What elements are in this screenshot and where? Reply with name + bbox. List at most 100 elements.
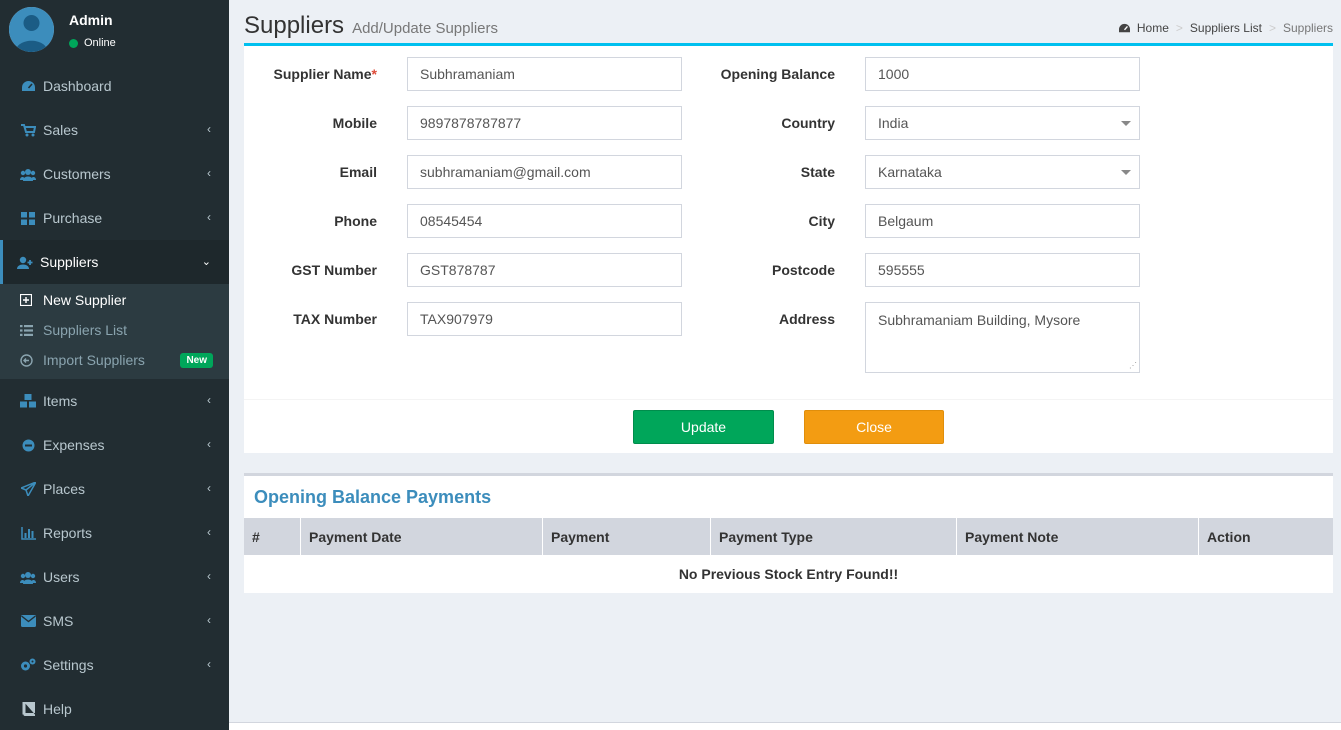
form-footer: Update Close xyxy=(244,399,1333,456)
chevron-left-icon: ‹ xyxy=(207,393,211,407)
submenu-item-label: Import Suppliers xyxy=(43,352,145,368)
email-input[interactable]: subhramaniam@gmail.com xyxy=(407,155,682,189)
user-status-label: Online xyxy=(84,37,116,49)
email-label: Email xyxy=(339,164,377,180)
user-plus-icon xyxy=(17,254,33,270)
address-textarea[interactable]: Subhramaniam Building, Mysore ⋰ xyxy=(865,302,1140,373)
sidebar-item-label: Customers xyxy=(43,166,111,182)
sidebar-menu: Dashboard Sales ‹ Customers ‹ Purchase ‹… xyxy=(0,64,229,284)
main-content: Suppliers Add/Update Suppliers Home > Su… xyxy=(229,0,1341,730)
table-empty-message: No Previous Stock Entry Found!! xyxy=(678,566,899,582)
update-button[interactable]: Update xyxy=(633,410,774,444)
sidebar-item-items[interactable]: Items ‹ xyxy=(0,379,229,423)
state-select[interactable]: Karnataka xyxy=(865,155,1140,189)
sidebar: Admin Online Dashboard Sales ‹ Customers… xyxy=(0,0,229,730)
sidebar-item-label: Help xyxy=(43,701,72,717)
city-input[interactable]: Belgaum xyxy=(865,204,1140,238)
sidebar-item-sms[interactable]: SMS ‹ xyxy=(0,599,229,643)
payments-table-header: # Payment Date Payment Payment Type Paym… xyxy=(244,518,1333,555)
sidebar-item-label: Purchase xyxy=(43,210,103,226)
phone-label: Phone xyxy=(334,213,377,229)
avatar[interactable] xyxy=(9,7,54,52)
submenu-item-new-supplier[interactable]: New Supplier xyxy=(0,285,229,315)
gst-number-label: GST Number xyxy=(291,262,377,278)
breadcrumb-separator: > xyxy=(1268,21,1276,35)
postcode-input[interactable]: 595555 xyxy=(865,253,1140,287)
close-button[interactable]: Close xyxy=(804,410,944,444)
sidebar-item-customers[interactable]: Customers ‹ xyxy=(0,152,229,196)
plus-square-icon xyxy=(19,294,33,306)
opening-balance-label: Opening Balance xyxy=(720,66,835,82)
sidebar-item-purchase[interactable]: Purchase ‹ xyxy=(0,196,229,240)
phone-input[interactable]: 08545454 xyxy=(407,204,682,238)
breadcrumb-home-link[interactable]: Home xyxy=(1137,21,1169,35)
user-panel: Admin Online xyxy=(0,0,229,64)
suppliers-submenu: New Supplier Suppliers List Import Suppl… xyxy=(0,284,229,379)
sidebar-item-label: Suppliers xyxy=(40,254,99,270)
submenu-item-suppliers-list[interactable]: Suppliers List xyxy=(0,315,229,345)
sidebar-item-expenses[interactable]: Expenses ‹ xyxy=(0,423,229,467)
country-select[interactable]: India xyxy=(865,106,1140,140)
mobile-input[interactable]: 9897878787877 xyxy=(407,106,682,140)
chevron-left-icon: ‹ xyxy=(207,210,211,224)
page-subtitle: Add/Update Suppliers xyxy=(352,20,498,37)
sidebar-item-label: Places xyxy=(43,481,86,497)
chevron-down-icon: ⌄ xyxy=(201,256,211,268)
caret-down-icon xyxy=(1121,121,1131,126)
sidebar-item-help[interactable]: Help xyxy=(0,687,229,730)
chevron-left-icon: ‹ xyxy=(207,525,211,539)
sidebar-item-label: Sales xyxy=(43,122,79,138)
resize-handle-icon[interactable]: ⋰ xyxy=(1129,361,1137,370)
supplier-name-input[interactable]: Subhramaniam xyxy=(407,57,682,91)
book-icon xyxy=(20,701,36,717)
breadcrumb-current: Suppliers xyxy=(1282,21,1333,35)
user-name: Admin xyxy=(69,12,113,28)
sidebar-item-sales[interactable]: Sales ‹ xyxy=(0,108,229,152)
sidebar-menu-lower: Items ‹ Expenses ‹ Places ‹ Reports ‹ Us… xyxy=(0,379,229,730)
chevron-left-icon: ‹ xyxy=(207,613,211,627)
column-header: Payment Date xyxy=(301,518,543,555)
users-icon xyxy=(20,166,36,182)
sidebar-item-label: Settings xyxy=(43,657,94,673)
opening-balance-input[interactable]: 1000 xyxy=(865,57,1140,91)
sidebar-item-label: SMS xyxy=(43,613,74,629)
submenu-item-label: Suppliers List xyxy=(43,322,128,338)
users-icon xyxy=(20,569,36,585)
column-header: Payment Type xyxy=(711,518,957,555)
supplier-name-label: Supplier Name* xyxy=(273,66,377,82)
cogs-icon xyxy=(20,657,36,673)
address-label: Address xyxy=(778,311,835,327)
gst-number-input[interactable]: GST878787 xyxy=(407,253,682,287)
opening-balance-payments-box: Opening Balance Payments # Payment Date … xyxy=(244,473,1333,593)
envelope-icon xyxy=(20,613,36,629)
submenu-item-import-suppliers[interactable]: Import Suppliers New xyxy=(0,345,229,375)
column-header: Action xyxy=(1207,528,1251,545)
column-header: # xyxy=(244,518,301,555)
sidebar-item-suppliers[interactable]: Suppliers ⌄ xyxy=(0,240,229,284)
sidebar-item-label: Items xyxy=(43,393,78,409)
column-header: Payment Note xyxy=(957,518,1199,555)
minus-circle-icon xyxy=(20,437,36,453)
breadcrumb-suppliers-list-link[interactable]: Suppliers List xyxy=(1190,21,1262,35)
sidebar-item-users[interactable]: Users ‹ xyxy=(0,555,229,599)
sidebar-item-dashboard[interactable]: Dashboard xyxy=(0,64,229,108)
dashboard-icon xyxy=(1118,23,1131,34)
sidebar-item-reports[interactable]: Reports ‹ xyxy=(0,511,229,555)
state-selected-value: Karnataka xyxy=(878,164,942,180)
payments-title: Opening Balance Payments xyxy=(254,487,492,507)
caret-down-icon xyxy=(1121,170,1131,175)
breadcrumb: Home > Suppliers List > Suppliers xyxy=(1118,21,1333,35)
paper-plane-icon xyxy=(20,481,36,497)
tax-number-input[interactable]: TAX907979 xyxy=(407,302,682,336)
country-selected-value: India xyxy=(878,115,909,131)
state-label: State xyxy=(800,164,835,180)
grid-icon xyxy=(20,210,36,226)
chevron-left-icon: ‹ xyxy=(207,437,211,451)
sidebar-item-label: Users xyxy=(43,569,80,585)
page-title: Suppliers xyxy=(244,12,345,39)
dashboard-icon xyxy=(20,78,36,94)
sidebar-item-places[interactable]: Places ‹ xyxy=(0,467,229,511)
mobile-label: Mobile xyxy=(332,115,377,131)
chevron-left-icon: ‹ xyxy=(207,166,211,180)
sidebar-item-settings[interactable]: Settings ‹ xyxy=(0,643,229,687)
